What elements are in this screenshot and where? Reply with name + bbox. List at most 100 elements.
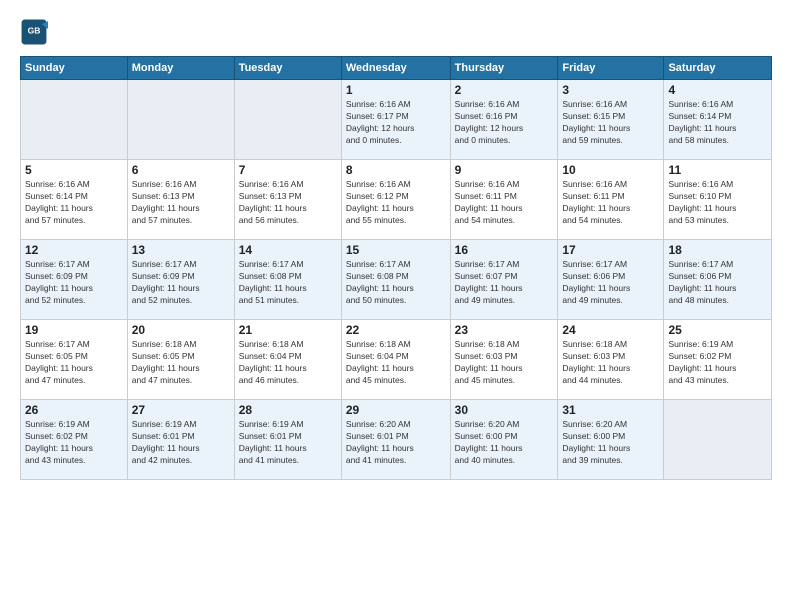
svg-text:GB: GB (28, 26, 41, 36)
day-number: 28 (239, 403, 337, 417)
calendar-cell: 2 Sunrise: 6:16 AM Sunset: 6:16 PM Daylig… (450, 80, 558, 160)
weekday-header-monday: Monday (127, 57, 234, 80)
day-info: Sunrise: 6:18 AM Sunset: 6:04 PM Dayligh… (239, 339, 337, 387)
calendar-cell: 8 Sunrise: 6:16 AM Sunset: 6:12 PM Daylig… (341, 160, 450, 240)
day-number: 5 (25, 163, 123, 177)
day-number: 9 (455, 163, 554, 177)
day-info: Sunrise: 6:17 AM Sunset: 6:06 PM Dayligh… (562, 259, 659, 307)
calendar-cell: 26 Sunrise: 6:19 AM Sunset: 6:02 PM Dayli… (21, 400, 128, 480)
calendar-cell: 29 Sunrise: 6:20 AM Sunset: 6:01 PM Dayli… (341, 400, 450, 480)
day-number: 8 (346, 163, 446, 177)
day-info: Sunrise: 6:20 AM Sunset: 6:00 PM Dayligh… (455, 419, 554, 467)
calendar-cell: 13Sunrise: 6:17 AM Sunset: 6:09 PM Dayli… (127, 240, 234, 320)
day-info: Sunrise: 6:19 AM Sunset: 6:02 PM Dayligh… (668, 339, 767, 387)
day-info: Sunrise: 6:18 AM Sunset: 6:03 PM Dayligh… (455, 339, 554, 387)
day-info: Sunrise: 6:17 AM Sunset: 6:06 PM Dayligh… (668, 259, 767, 307)
day-info: Sunrise: 6:17 AM Sunset: 6:08 PM Dayligh… (346, 259, 446, 307)
weekday-header-wednesday: Wednesday (341, 57, 450, 80)
calendar-cell: 3Sunrise: 6:16 AM Sunset: 6:15 PM Daylig… (558, 80, 664, 160)
day-number: 12 (25, 243, 123, 257)
day-number: 27 (132, 403, 230, 417)
weekday-header-saturday: Saturday (664, 57, 772, 80)
day-number: 1 (346, 83, 446, 97)
day-info: Sunrise: 6:20 AM Sunset: 6:00 PM Dayligh… (562, 419, 659, 467)
day-number: 23 (455, 323, 554, 337)
calendar-week-row: 12 Sunrise: 6:17 AM Sunset: 6:09 PM Dayli… (21, 240, 772, 320)
calendar-cell (21, 80, 128, 160)
calendar-cell: 20Sunrise: 6:18 AM Sunset: 6:05 PM Dayli… (127, 320, 234, 400)
calendar-cell (127, 80, 234, 160)
calendar-cell: 17 Sunrise: 6:17 AM Sunset: 6:06 PM Dayli… (558, 240, 664, 320)
calendar-page: GB SundayMondayTuesdayWednesdayThursdayF… (0, 0, 792, 612)
calendar-cell: 28 Sunrise: 6:19 AM Sunset: 6:01 PM Dayli… (234, 400, 341, 480)
day-info: Sunrise: 6:16 AM Sunset: 6:11 PM Dayligh… (455, 179, 554, 227)
calendar-cell: 22 Sunrise: 6:18 AM Sunset: 6:04 PM Dayli… (341, 320, 450, 400)
day-info: Sunrise: 6:17 AM Sunset: 6:09 PM Dayligh… (132, 259, 230, 307)
weekday-header-thursday: Thursday (450, 57, 558, 80)
calendar-cell: 16 Sunrise: 6:17 AM Sunset: 6:07 PM Dayli… (450, 240, 558, 320)
weekday-header-tuesday: Tuesday (234, 57, 341, 80)
calendar-week-row: 5Sunrise: 6:16 AM Sunset: 6:14 PM Daylig… (21, 160, 772, 240)
day-number: 7 (239, 163, 337, 177)
calendar-cell: 19Sunrise: 6:17 AM Sunset: 6:05 PM Dayli… (21, 320, 128, 400)
calendar-cell: 5Sunrise: 6:16 AM Sunset: 6:14 PM Daylig… (21, 160, 128, 240)
day-number: 21 (239, 323, 337, 337)
weekday-header-sunday: Sunday (21, 57, 128, 80)
day-info: Sunrise: 6:16 AM Sunset: 6:16 PM Dayligh… (455, 99, 554, 147)
calendar-cell: 24 Sunrise: 6:18 AM Sunset: 6:03 PM Dayli… (558, 320, 664, 400)
day-info: Sunrise: 6:18 AM Sunset: 6:05 PM Dayligh… (132, 339, 230, 387)
calendar-cell: 9 Sunrise: 6:16 AM Sunset: 6:11 PM Daylig… (450, 160, 558, 240)
day-number: 2 (455, 83, 554, 97)
day-info: Sunrise: 6:16 AM Sunset: 6:14 PM Dayligh… (668, 99, 767, 147)
calendar-cell (234, 80, 341, 160)
calendar-cell: 7Sunrise: 6:16 AM Sunset: 6:13 PM Daylig… (234, 160, 341, 240)
day-info: Sunrise: 6:17 AM Sunset: 6:07 PM Dayligh… (455, 259, 554, 307)
day-number: 26 (25, 403, 123, 417)
day-number: 16 (455, 243, 554, 257)
day-info: Sunrise: 6:18 AM Sunset: 6:03 PM Dayligh… (562, 339, 659, 387)
calendar-cell: 12 Sunrise: 6:17 AM Sunset: 6:09 PM Dayli… (21, 240, 128, 320)
day-info: Sunrise: 6:16 AM Sunset: 6:11 PM Dayligh… (562, 179, 659, 227)
day-info: Sunrise: 6:19 AM Sunset: 6:01 PM Dayligh… (239, 419, 337, 467)
calendar-cell: 15Sunrise: 6:17 AM Sunset: 6:08 PM Dayli… (341, 240, 450, 320)
day-info: Sunrise: 6:19 AM Sunset: 6:02 PM Dayligh… (25, 419, 123, 467)
calendar-cell: 25 Sunrise: 6:19 AM Sunset: 6:02 PM Dayli… (664, 320, 772, 400)
calendar-cell (664, 400, 772, 480)
day-info: Sunrise: 6:17 AM Sunset: 6:05 PM Dayligh… (25, 339, 123, 387)
day-number: 25 (668, 323, 767, 337)
day-number: 6 (132, 163, 230, 177)
day-info: Sunrise: 6:16 AM Sunset: 6:15 PM Dayligh… (562, 99, 659, 147)
calendar-cell: 6 Sunrise: 6:16 AM Sunset: 6:13 PM Daylig… (127, 160, 234, 240)
day-info: Sunrise: 6:18 AM Sunset: 6:04 PM Dayligh… (346, 339, 446, 387)
day-number: 17 (562, 243, 659, 257)
calendar-cell: 10 Sunrise: 6:16 AM Sunset: 6:11 PM Dayli… (558, 160, 664, 240)
calendar-cell: 11 Sunrise: 6:16 AM Sunset: 6:10 PM Dayli… (664, 160, 772, 240)
calendar-cell: 30Sunrise: 6:20 AM Sunset: 6:00 PM Dayli… (450, 400, 558, 480)
day-info: Sunrise: 6:16 AM Sunset: 6:13 PM Dayligh… (132, 179, 230, 227)
day-info: Sunrise: 6:20 AM Sunset: 6:01 PM Dayligh… (346, 419, 446, 467)
logo-icon: GB (20, 18, 48, 46)
day-number: 22 (346, 323, 446, 337)
day-number: 24 (562, 323, 659, 337)
calendar-table: SundayMondayTuesdayWednesdayThursdayFrid… (20, 56, 772, 480)
day-number: 31 (562, 403, 659, 417)
day-info: Sunrise: 6:16 AM Sunset: 6:10 PM Dayligh… (668, 179, 767, 227)
day-info: Sunrise: 6:17 AM Sunset: 6:09 PM Dayligh… (25, 259, 123, 307)
calendar-cell: 23 Sunrise: 6:18 AM Sunset: 6:03 PM Dayli… (450, 320, 558, 400)
logo: GB (20, 18, 52, 46)
day-number: 10 (562, 163, 659, 177)
day-info: Sunrise: 6:16 AM Sunset: 6:17 PM Dayligh… (346, 99, 446, 147)
day-number: 11 (668, 163, 767, 177)
day-info: Sunrise: 6:17 AM Sunset: 6:08 PM Dayligh… (239, 259, 337, 307)
day-number: 18 (668, 243, 767, 257)
calendar-cell: 21 Sunrise: 6:18 AM Sunset: 6:04 PM Dayli… (234, 320, 341, 400)
calendar-week-row: 1 Sunrise: 6:16 AM Sunset: 6:17 PM Daylig… (21, 80, 772, 160)
calendar-header-row: SundayMondayTuesdayWednesdayThursdayFrid… (21, 57, 772, 80)
calendar-week-row: 19Sunrise: 6:17 AM Sunset: 6:05 PM Dayli… (21, 320, 772, 400)
calendar-cell: 4 Sunrise: 6:16 AM Sunset: 6:14 PM Daylig… (664, 80, 772, 160)
day-number: 4 (668, 83, 767, 97)
calendar-week-row: 26 Sunrise: 6:19 AM Sunset: 6:02 PM Dayli… (21, 400, 772, 480)
day-number: 29 (346, 403, 446, 417)
day-info: Sunrise: 6:16 AM Sunset: 6:12 PM Dayligh… (346, 179, 446, 227)
weekday-header-friday: Friday (558, 57, 664, 80)
